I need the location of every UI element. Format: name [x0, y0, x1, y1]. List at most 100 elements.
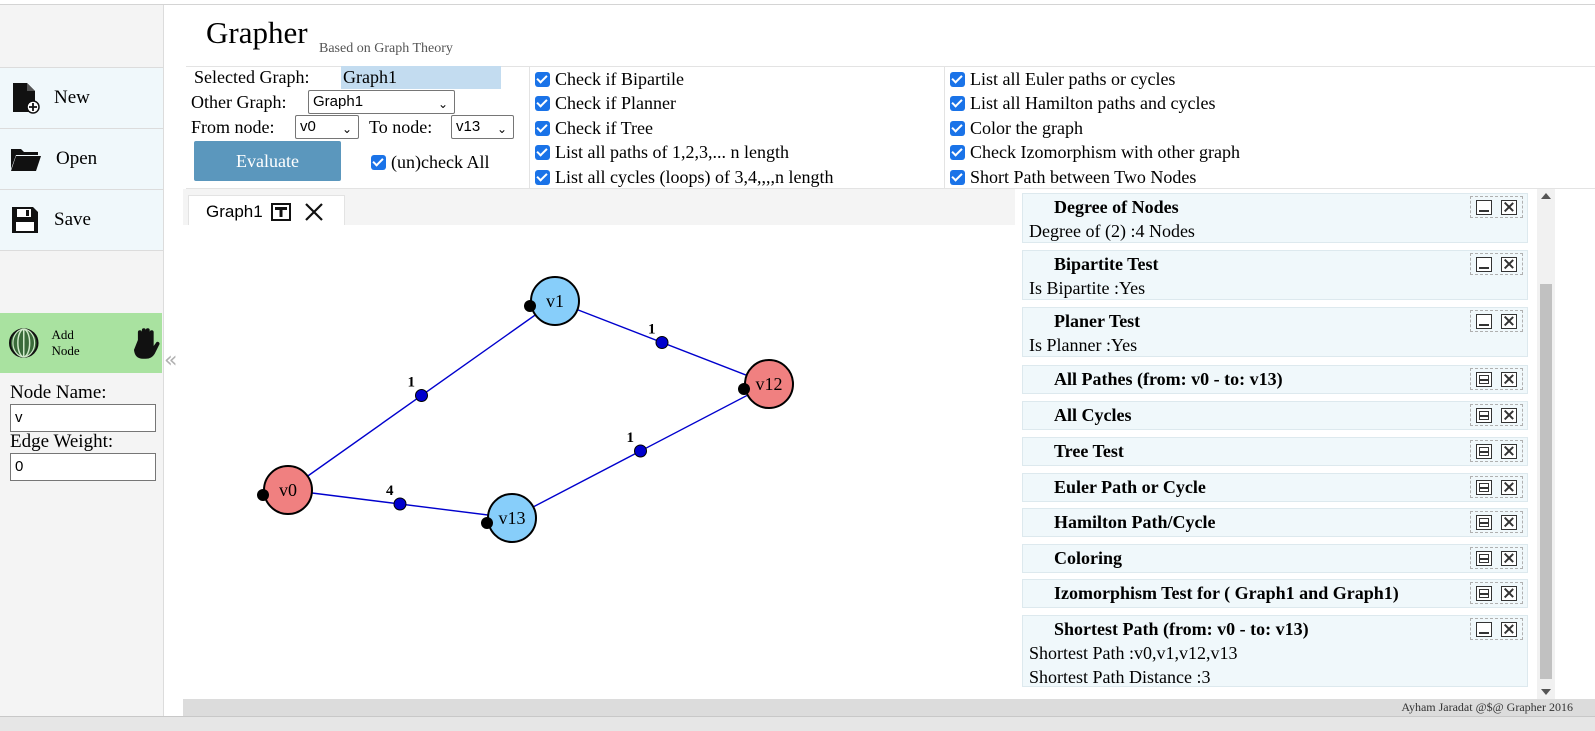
checkbox[interactable] — [535, 170, 550, 185]
node-anchor[interactable] — [257, 489, 269, 501]
option-euler[interactable]: List all Euler paths or cycles — [950, 69, 1175, 90]
save-button[interactable]: Save — [0, 190, 163, 251]
checkbox[interactable] — [950, 72, 965, 87]
checkbox[interactable] — [535, 96, 550, 111]
from-node-label: From node: — [191, 117, 275, 137]
to-node-select[interactable]: v13 ⌄ — [451, 115, 514, 139]
result-card: Hamilton Path/Cycle — [1022, 508, 1528, 537]
checkbox[interactable] — [535, 121, 550, 136]
option-hamilton[interactable]: List all Hamilton paths and cycles — [950, 93, 1215, 114]
graph-svg[interactable]: 1 1 1 4 v0 v1 v12 v13 — [183, 225, 1015, 699]
checkbox[interactable] — [371, 155, 386, 170]
edge-handle[interactable] — [655, 336, 669, 349]
scroll-thumb[interactable] — [1540, 284, 1552, 679]
restore-icon[interactable] — [1475, 371, 1492, 387]
other-graph-select[interactable]: Graph1 ⌄ — [308, 90, 455, 114]
result-text: Shortest Path :v0,v1,v12,v13 — [1029, 643, 1238, 663]
checkbox[interactable] — [950, 121, 965, 136]
option-label: Check if Bipartile — [555, 69, 684, 89]
edge-weight-label: 1 — [648, 322, 656, 338]
node-name-input[interactable]: v — [10, 404, 156, 432]
sidebar-spacer — [0, 5, 163, 68]
uncheck-all-toggle[interactable]: (un)check All — [371, 152, 489, 173]
close-icon[interactable] — [1501, 550, 1518, 566]
restore-icon[interactable] — [1475, 407, 1492, 423]
option-label: Check Izomorphism with other graph — [970, 142, 1240, 162]
minimize-icon[interactable] — [1475, 313, 1492, 329]
option-check-tree[interactable]: Check if Tree — [535, 118, 653, 139]
option-check-planner[interactable]: Check if Planner — [535, 93, 676, 114]
restore-icon[interactable] — [1475, 585, 1492, 601]
result-title: All Pathes (from: v0 - to: v13) — [1054, 369, 1283, 389]
close-icon[interactable] — [1501, 371, 1518, 387]
close-icon[interactable] — [1501, 585, 1518, 601]
minimize-icon[interactable] — [1475, 199, 1492, 215]
tab-graph1[interactable]: Graph1 — [188, 195, 345, 227]
result-title: Degree of Nodes — [1054, 197, 1179, 217]
checkbox[interactable] — [535, 72, 550, 87]
close-icon[interactable] — [1501, 479, 1518, 495]
hand-icon[interactable] — [132, 326, 162, 360]
minimize-icon[interactable] — [1475, 621, 1492, 637]
divider — [944, 67, 945, 189]
rename-tab-icon[interactable] — [270, 202, 291, 221]
option-short-path[interactable]: Short Path between Two Nodes — [950, 167, 1196, 188]
checkbox[interactable] — [535, 145, 550, 160]
option-isomorphism[interactable]: Check Izomorphism with other graph — [950, 142, 1240, 163]
close-icon[interactable] — [1501, 407, 1518, 423]
footer-credit: Ayham Jaradat @$@ Grapher 2016 — [1401, 700, 1573, 714]
restore-icon[interactable] — [1475, 479, 1492, 495]
close-tab-icon[interactable] — [303, 202, 325, 221]
result-title: Hamilton Path/Cycle — [1054, 512, 1216, 532]
close-icon[interactable] — [1501, 313, 1518, 329]
edge-handle[interactable] — [634, 444, 647, 458]
close-icon[interactable] — [1501, 514, 1518, 530]
add-node-tool[interactable]: Add Node — [0, 313, 162, 373]
scroll-up-icon[interactable] — [1541, 193, 1551, 199]
node-anchor[interactable] — [738, 383, 750, 395]
result-title: Coloring — [1054, 548, 1123, 568]
open-button[interactable]: Open — [0, 129, 163, 190]
edge-weight-label: Edge Weight: — [10, 431, 114, 452]
minimize-icon[interactable] — [1475, 256, 1492, 272]
new-button[interactable]: New — [0, 68, 163, 129]
other-graph-value: Graph1 — [313, 93, 364, 110]
close-icon[interactable] — [1501, 256, 1518, 272]
results-scrollbar[interactable] — [1537, 189, 1555, 699]
selected-graph-field[interactable]: Graph1 — [341, 66, 501, 89]
graph-canvas[interactable]: 1 1 1 4 v0 v1 v12 v13 — [183, 225, 1015, 699]
close-icon[interactable] — [1501, 443, 1518, 459]
option-check-bipartite[interactable]: Check if Bipartile — [535, 69, 684, 90]
restore-icon[interactable] — [1475, 443, 1492, 459]
from-node-value: v0 — [300, 118, 316, 135]
graph-workspace: Graph1 1 1 1 4 v0 v1 v12 v13 — [183, 189, 1015, 699]
node-anchor[interactable] — [481, 517, 493, 529]
result-text: Shortest Path Distance :3 — [1029, 667, 1211, 687]
scroll-down-icon[interactable] — [1541, 689, 1551, 695]
node-anchor[interactable] — [524, 300, 536, 312]
option-list-paths[interactable]: List all paths of 1,2,3,... n length — [535, 142, 789, 163]
result-window-controls — [1470, 547, 1523, 569]
edge-handle[interactable] — [415, 389, 428, 402]
save-button-label: Save — [54, 209, 91, 230]
evaluate-button[interactable]: Evaluate — [194, 141, 341, 181]
edge-handle[interactable] — [393, 497, 407, 511]
result-card: Degree of Nodes Degree of (2) :4 Nodes — [1022, 193, 1528, 243]
edge-weight-input[interactable]: 0 — [10, 453, 156, 481]
uncheck-all-label: (un)check All — [391, 152, 490, 172]
option-list-cycles[interactable]: List all cycles (loops) of 3,4,,,,n leng… — [535, 167, 833, 188]
option-color-graph[interactable]: Color the graph — [950, 118, 1083, 139]
checkbox[interactable] — [950, 145, 965, 160]
restore-icon[interactable] — [1475, 550, 1492, 566]
collapse-sidebar-icon[interactable]: « — [164, 348, 177, 373]
selected-graph-label: Selected Graph: — [194, 67, 310, 87]
checkbox[interactable] — [950, 96, 965, 111]
close-icon[interactable] — [1501, 621, 1518, 637]
restore-icon[interactable] — [1475, 514, 1492, 530]
result-window-controls — [1470, 440, 1523, 462]
from-node-select[interactable]: v0 ⌄ — [295, 115, 359, 139]
close-icon[interactable] — [1501, 199, 1518, 215]
result-title: Planer Test — [1054, 311, 1141, 331]
checkbox[interactable] — [950, 170, 965, 185]
result-card: Shortest Path (from: v0 - to: v13) Shorte… — [1022, 615, 1528, 687]
